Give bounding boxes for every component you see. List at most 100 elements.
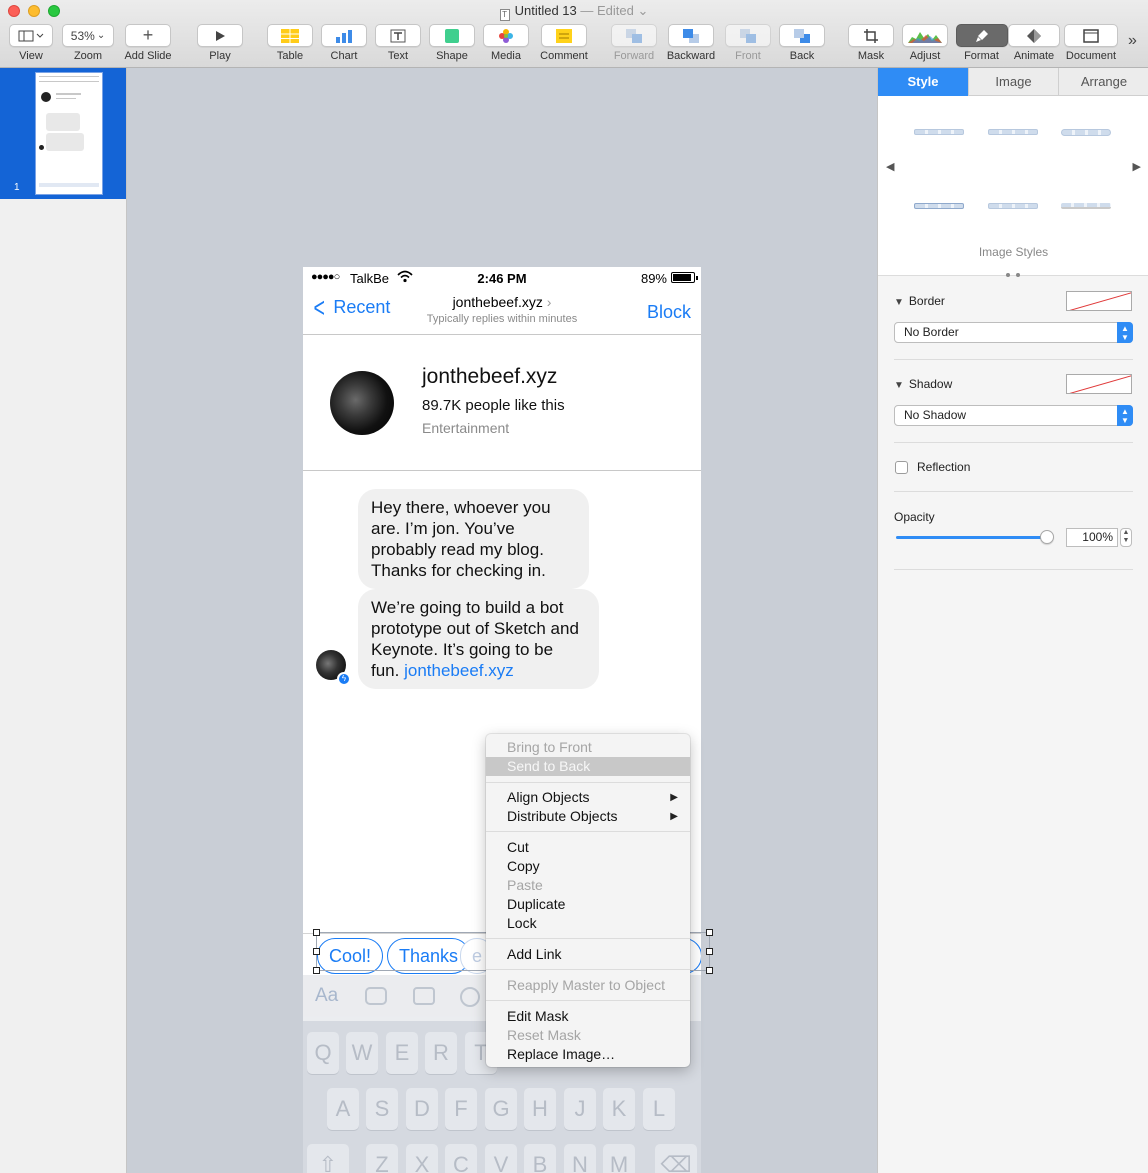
play-button[interactable]: [197, 24, 243, 47]
edited-indicator[interactable]: — Edited: [580, 3, 633, 18]
key-n[interactable]: N: [564, 1144, 596, 1173]
media-button[interactable]: [483, 24, 529, 47]
block-button[interactable]: Block: [647, 302, 691, 323]
menu-replace-image[interactable]: Replace Image…: [486, 1045, 690, 1064]
camera-icon[interactable]: [365, 987, 387, 1005]
text-toolbar-item[interactable]: Text: [375, 24, 421, 62]
add-slide-button[interactable]: +: [125, 24, 171, 47]
key-d[interactable]: D: [406, 1088, 438, 1130]
disclosure-triangle-icon[interactable]: ▼: [894, 297, 904, 308]
resize-handle[interactable]: [706, 929, 713, 936]
border-section-header[interactable]: ▼ Border: [894, 294, 945, 308]
image-style-swatch[interactable]: [1061, 129, 1111, 136]
tab-arrange[interactable]: Arrange: [1058, 68, 1148, 96]
slide-thumbnail[interactable]: [35, 72, 103, 195]
format-button[interactable]: [955, 24, 1008, 47]
chevron-down-icon[interactable]: ⌄: [634, 3, 648, 18]
photo-icon[interactable]: [413, 987, 435, 1005]
mask-button[interactable]: [848, 24, 894, 47]
shadow-section-header[interactable]: ▼ Shadow: [894, 377, 952, 391]
composer-placeholder[interactable]: Aa: [315, 985, 338, 1007]
table-button[interactable]: [267, 24, 313, 47]
text-button[interactable]: [375, 24, 421, 47]
chevron-right-icon[interactable]: ▶: [1133, 160, 1141, 173]
toolbar-overflow-icon[interactable]: »: [1128, 32, 1137, 50]
border-style-select[interactable]: No Border ▲ ▼: [894, 322, 1133, 343]
key-j[interactable]: J: [564, 1088, 596, 1130]
zoom-select[interactable]: 53% ⌄: [62, 24, 114, 47]
key-h[interactable]: H: [524, 1088, 556, 1130]
back-toolbar-item[interactable]: Back: [779, 24, 825, 62]
key-r[interactable]: R: [425, 1032, 457, 1074]
key-m[interactable]: M: [603, 1144, 635, 1173]
menu-copy[interactable]: Copy: [486, 857, 690, 876]
animate-button[interactable]: [1008, 24, 1060, 47]
key-c[interactable]: C: [445, 1144, 477, 1173]
opacity-stepper[interactable]: ▲ ▼: [1120, 528, 1132, 547]
menu-edit-mask[interactable]: Edit Mask: [486, 1007, 690, 1026]
menu-reset-mask[interactable]: Reset Mask: [486, 1026, 690, 1045]
key-k[interactable]: K: [603, 1088, 635, 1130]
image-style-swatch[interactable]: [914, 203, 964, 209]
chart-button[interactable]: [321, 24, 367, 47]
mask-toolbar-item[interactable]: Mask: [848, 24, 894, 62]
image-style-swatch[interactable]: [1061, 203, 1111, 209]
shift-key[interactable]: ⇧: [307, 1144, 349, 1173]
back-button[interactable]: [779, 24, 825, 47]
disclosure-triangle-icon[interactable]: ▼: [894, 380, 904, 391]
opacity-slider-track[interactable]: [896, 536, 1046, 539]
key-w[interactable]: W: [346, 1032, 378, 1074]
menu-align-objects[interactable]: Align Objects ▶: [486, 788, 690, 807]
key-x[interactable]: X: [406, 1144, 438, 1173]
tab-image[interactable]: Image: [968, 68, 1058, 96]
key-a[interactable]: A: [327, 1088, 359, 1130]
menu-add-link[interactable]: Add Link: [486, 945, 690, 964]
adjust-button[interactable]: [902, 24, 948, 47]
delete-key[interactable]: ⌫: [655, 1144, 697, 1173]
chevron-left-icon[interactable]: ◀: [886, 160, 894, 173]
comment-toolbar-item[interactable]: Comment: [537, 24, 591, 62]
document-toolbar-item[interactable]: Document: [1063, 24, 1119, 62]
media-toolbar-item[interactable]: Media: [483, 24, 529, 62]
animate-toolbar-item[interactable]: Animate: [1008, 24, 1060, 62]
resize-handle[interactable]: [313, 948, 320, 955]
comment-button[interactable]: [541, 24, 587, 47]
menu-send-to-back[interactable]: Send to Back: [486, 757, 690, 776]
shape-button[interactable]: [429, 24, 475, 47]
shape-toolbar-item[interactable]: Shape: [429, 24, 475, 62]
shadow-color-well[interactable]: [1066, 374, 1132, 394]
forward-button[interactable]: [611, 24, 657, 47]
zoom-toolbar-item[interactable]: 53% ⌄ Zoom: [62, 24, 114, 62]
menu-lock[interactable]: Lock: [486, 914, 690, 933]
menu-duplicate[interactable]: Duplicate: [486, 895, 690, 914]
resize-handle[interactable]: [706, 967, 713, 974]
backward-toolbar-item[interactable]: Backward: [664, 24, 718, 62]
shadow-style-select[interactable]: No Shadow ▲ ▼: [894, 405, 1133, 426]
conversation-title[interactable]: jonthebeef.xyz ›: [303, 294, 701, 310]
front-button[interactable]: [725, 24, 771, 47]
key-v[interactable]: V: [485, 1144, 517, 1173]
menu-paste[interactable]: Paste: [486, 876, 690, 895]
forward-toolbar-item[interactable]: Forward: [610, 24, 658, 62]
slide-thumbnail-selection[interactable]: 1: [0, 68, 126, 199]
key-f[interactable]: F: [445, 1088, 477, 1130]
image-style-swatch[interactable]: [988, 203, 1038, 209]
resize-handle[interactable]: [313, 967, 320, 974]
key-b[interactable]: B: [524, 1144, 556, 1173]
image-style-swatch[interactable]: [988, 129, 1038, 135]
backward-button[interactable]: [668, 24, 714, 47]
menu-cut[interactable]: Cut: [486, 838, 690, 857]
tab-style[interactable]: Style: [878, 68, 968, 96]
adjust-toolbar-item[interactable]: Adjust: [902, 24, 948, 62]
key-e[interactable]: E: [386, 1032, 418, 1074]
key-q[interactable]: Q: [307, 1032, 339, 1074]
format-toolbar-item[interactable]: Format: [955, 24, 1008, 62]
opacity-input[interactable]: 100%: [1066, 528, 1118, 547]
message-link[interactable]: jonthebeef.xyz: [404, 661, 514, 680]
resize-handle[interactable]: [313, 929, 320, 936]
play-toolbar-item[interactable]: Play: [197, 24, 243, 62]
document-button[interactable]: [1064, 24, 1118, 47]
opacity-slider-knob[interactable]: [1040, 530, 1054, 544]
add-slide-toolbar-item[interactable]: + Add Slide: [122, 24, 174, 62]
table-toolbar-item[interactable]: Table: [267, 24, 313, 62]
